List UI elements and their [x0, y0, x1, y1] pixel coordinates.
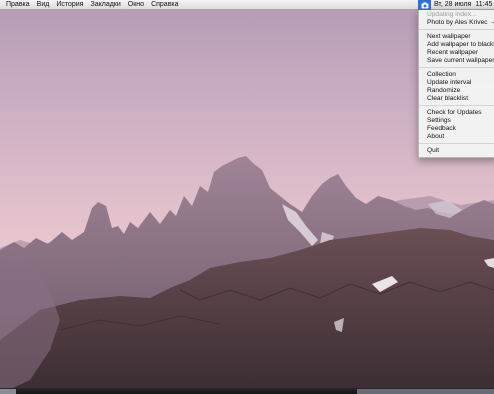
- recent-wallpaper-item[interactable]: Recent wallpaper: [427, 49, 478, 57]
- menu-separator: [419, 143, 494, 144]
- menu-bookmarks[interactable]: Закладки: [90, 0, 120, 10]
- feedback-item[interactable]: Feedback: [427, 125, 456, 133]
- next-wallpaper-item[interactable]: Next wallpaper: [427, 33, 471, 41]
- menu-separator: [419, 105, 494, 106]
- menu-separator: [419, 29, 494, 30]
- updating-index-status: Updating index...: [427, 11, 477, 18]
- add-to-blacklist-item[interactable]: Add wallpaper to blacklist: [427, 41, 494, 49]
- quit-item[interactable]: Quit: [427, 147, 439, 155]
- check-for-updates-item[interactable]: Check for Updates: [427, 109, 482, 117]
- menu-history[interactable]: История: [56, 0, 83, 10]
- randomize-item[interactable]: Randomize: [427, 87, 460, 95]
- clock-time: 11:45: [475, 1, 493, 8]
- menu-bar: Правка Вид История Закладки Окно Справка…: [0, 0, 494, 10]
- camera-icon: [421, 1, 428, 8]
- dock-left-edge: [0, 389, 16, 394]
- menu-help[interactable]: Справка: [151, 0, 178, 10]
- collection-item[interactable]: Collection: [427, 71, 456, 79]
- menubar-clock[interactable]: Вт, 28 июля 11:45: [434, 0, 494, 10]
- save-current-wallpaper-item[interactable]: Save current wallpaper: [427, 57, 494, 65]
- clock-day: Вт, 28 июля: [434, 1, 472, 8]
- dock-right-edge: [357, 389, 494, 394]
- menu-window[interactable]: Окно: [128, 0, 144, 10]
- photo-credit-item[interactable]: Photo by Ales Krivec →: [427, 19, 494, 27]
- menu-edit[interactable]: Правка: [6, 0, 30, 10]
- settings-item[interactable]: Settings: [427, 117, 451, 125]
- wallpaper-app-menu: Updating index... Photo by Ales Krivec →…: [418, 10, 494, 158]
- menu-view[interactable]: Вид: [37, 0, 50, 10]
- wallpaper-app-status-item[interactable]: [418, 0, 431, 10]
- app-menus: Правка Вид История Закладки Окно Справка: [6, 0, 186, 10]
- clear-blacklist-item[interactable]: Clear blacklist: [427, 95, 468, 103]
- menu-separator: [419, 67, 494, 68]
- update-interval-item[interactable]: Update interval: [427, 79, 471, 87]
- about-item[interactable]: About: [427, 133, 444, 141]
